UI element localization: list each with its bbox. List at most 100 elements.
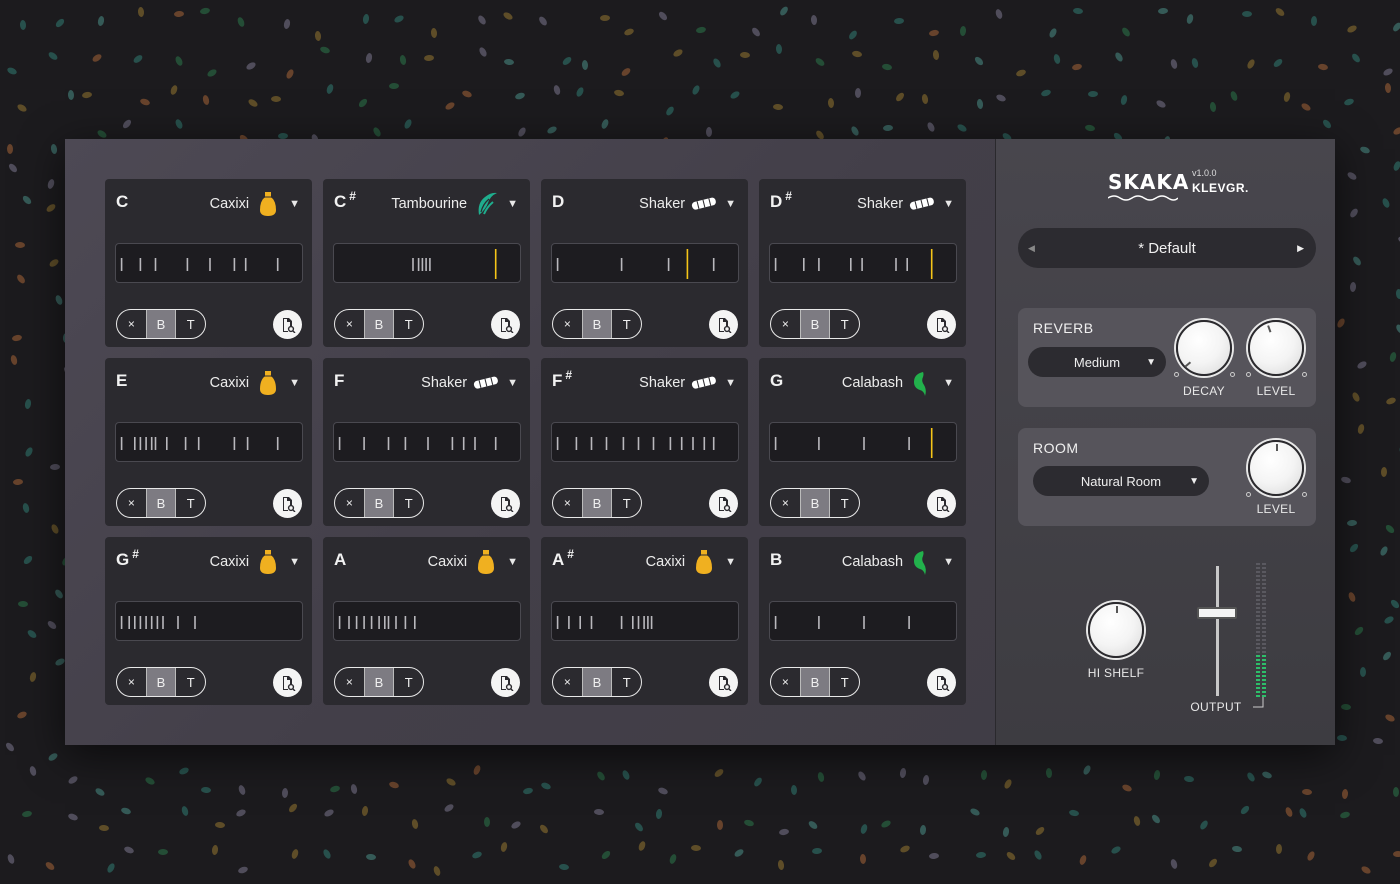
pad-9[interactable]: A Caxixi ▼ × B T xyxy=(323,537,530,705)
b-button[interactable]: B xyxy=(799,489,831,517)
load-sample-button[interactable] xyxy=(491,489,520,518)
pad-6[interactable]: F # Shaker ▼ × B T xyxy=(541,358,748,526)
mute-button[interactable]: × xyxy=(117,668,146,696)
load-sample-button[interactable] xyxy=(927,668,956,697)
mute-button[interactable]: × xyxy=(553,489,582,517)
load-sample-button[interactable] xyxy=(273,489,302,518)
instrument-select[interactable]: Shaker ▼ xyxy=(639,368,736,398)
load-sample-button[interactable] xyxy=(709,489,738,518)
load-sample-button[interactable] xyxy=(491,310,520,339)
b-button[interactable]: B xyxy=(363,310,395,338)
preset-selector[interactable]: ◀ * Default ▶ xyxy=(1018,228,1316,268)
pattern-display[interactable] xyxy=(115,601,303,641)
mute-button[interactable]: × xyxy=(553,310,582,338)
mute-button[interactable]: × xyxy=(335,310,364,338)
decay-knob[interactable] xyxy=(1176,320,1232,376)
t-button[interactable]: T xyxy=(394,310,423,338)
pattern-display[interactable] xyxy=(769,422,957,462)
load-sample-button[interactable] xyxy=(273,310,302,339)
b-button[interactable]: B xyxy=(581,310,613,338)
room-level-knob[interactable] xyxy=(1248,440,1304,496)
t-button[interactable]: T xyxy=(830,668,859,696)
pad-2[interactable]: D Shaker ▼ × B T xyxy=(541,179,748,347)
pattern-display[interactable] xyxy=(115,243,303,283)
chevron-down-icon: ▼ xyxy=(507,198,518,210)
instrument-select[interactable]: Caxixi ▼ xyxy=(646,547,736,577)
instrument-select[interactable]: Caxixi ▼ xyxy=(210,189,300,219)
pattern-display[interactable] xyxy=(551,243,739,283)
b-button[interactable]: B xyxy=(145,489,177,517)
pad-0[interactable]: C Caxixi ▼ × B T xyxy=(105,179,312,347)
pad-note: G xyxy=(770,371,784,390)
hi-shelf-knob[interactable] xyxy=(1088,602,1144,658)
mute-button[interactable]: × xyxy=(335,489,364,517)
instrument-select[interactable]: Caxixi ▼ xyxy=(210,547,300,577)
load-sample-button[interactable] xyxy=(709,310,738,339)
mute-button[interactable]: × xyxy=(117,310,146,338)
t-button[interactable]: T xyxy=(830,489,859,517)
pattern-display[interactable] xyxy=(551,422,739,462)
b-button[interactable]: B xyxy=(581,489,613,517)
preset-next-icon[interactable]: ▶ xyxy=(1297,243,1304,254)
pad-7[interactable]: G Calabash ▼ × B T xyxy=(759,358,966,526)
reverb-type-select[interactable]: Medium ▼ xyxy=(1028,347,1166,377)
pad-10[interactable]: A # Caxixi ▼ × B T xyxy=(541,537,748,705)
pattern-display[interactable] xyxy=(769,243,957,283)
b-button[interactable]: B xyxy=(581,668,613,696)
load-sample-button[interactable] xyxy=(927,489,956,518)
pad-4[interactable]: E Caxixi ▼ × B T xyxy=(105,358,312,526)
t-button[interactable]: T xyxy=(612,489,641,517)
instrument-select[interactable]: Tambourine ▼ xyxy=(391,189,518,219)
t-button[interactable]: T xyxy=(394,668,423,696)
pattern-display[interactable] xyxy=(769,601,957,641)
t-button[interactable]: T xyxy=(612,310,641,338)
pad-1[interactable]: C # Tambourine ▼ × B T xyxy=(323,179,530,347)
instrument-select[interactable]: Shaker ▼ xyxy=(421,368,518,398)
output-fader-track[interactable] xyxy=(1216,566,1219,696)
pad-8[interactable]: G # Caxixi ▼ × B T xyxy=(105,537,312,705)
pattern-display[interactable] xyxy=(551,601,739,641)
file-search-icon xyxy=(282,496,295,512)
b-button[interactable]: B xyxy=(363,668,395,696)
pattern-ticks xyxy=(556,249,715,279)
instrument-select[interactable]: Caxixi ▼ xyxy=(428,547,518,577)
output-fader-handle[interactable] xyxy=(1197,607,1237,619)
pad-11[interactable]: B Calabash ▼ × B T xyxy=(759,537,966,705)
mute-button[interactable]: × xyxy=(335,668,364,696)
pad-5[interactable]: F Shaker ▼ × B T xyxy=(323,358,530,526)
b-button[interactable]: B xyxy=(145,310,177,338)
t-button[interactable]: T xyxy=(830,310,859,338)
instrument-select[interactable]: Calabash ▼ xyxy=(842,547,954,577)
b-button[interactable]: B xyxy=(799,310,831,338)
t-button[interactable]: T xyxy=(176,310,205,338)
t-button[interactable]: T xyxy=(394,489,423,517)
b-button[interactable]: B xyxy=(363,489,395,517)
knob-indicator xyxy=(1276,444,1278,451)
mute-button[interactable]: × xyxy=(771,489,800,517)
pattern-display[interactable] xyxy=(333,243,521,283)
room-type-select[interactable]: Natural Room ▼ xyxy=(1033,466,1209,496)
load-sample-button[interactable] xyxy=(709,668,738,697)
mute-button[interactable]: × xyxy=(553,668,582,696)
instrument-select[interactable]: Caxixi ▼ xyxy=(210,368,300,398)
mute-button[interactable]: × xyxy=(117,489,146,517)
reverb-level-knob[interactable] xyxy=(1248,320,1304,376)
instrument-select[interactable]: Calabash ▼ xyxy=(842,368,954,398)
mute-button[interactable]: × xyxy=(771,668,800,696)
pattern-display[interactable] xyxy=(333,601,521,641)
instrument-select[interactable]: Shaker ▼ xyxy=(639,189,736,219)
b-button[interactable]: B xyxy=(145,668,177,696)
pad-3[interactable]: D # Shaker ▼ × B T xyxy=(759,179,966,347)
load-sample-button[interactable] xyxy=(927,310,956,339)
b-button[interactable]: B xyxy=(799,668,831,696)
mute-button[interactable]: × xyxy=(771,310,800,338)
load-sample-button[interactable] xyxy=(491,668,520,697)
t-button[interactable]: T xyxy=(176,489,205,517)
t-button[interactable]: T xyxy=(176,668,205,696)
instrument-select[interactable]: Shaker ▼ xyxy=(857,189,954,219)
load-sample-button[interactable] xyxy=(273,668,302,697)
preset-prev-icon[interactable]: ◀ xyxy=(1028,243,1035,254)
t-button[interactable]: T xyxy=(612,668,641,696)
pattern-display[interactable] xyxy=(115,422,303,462)
pattern-display[interactable] xyxy=(333,422,521,462)
